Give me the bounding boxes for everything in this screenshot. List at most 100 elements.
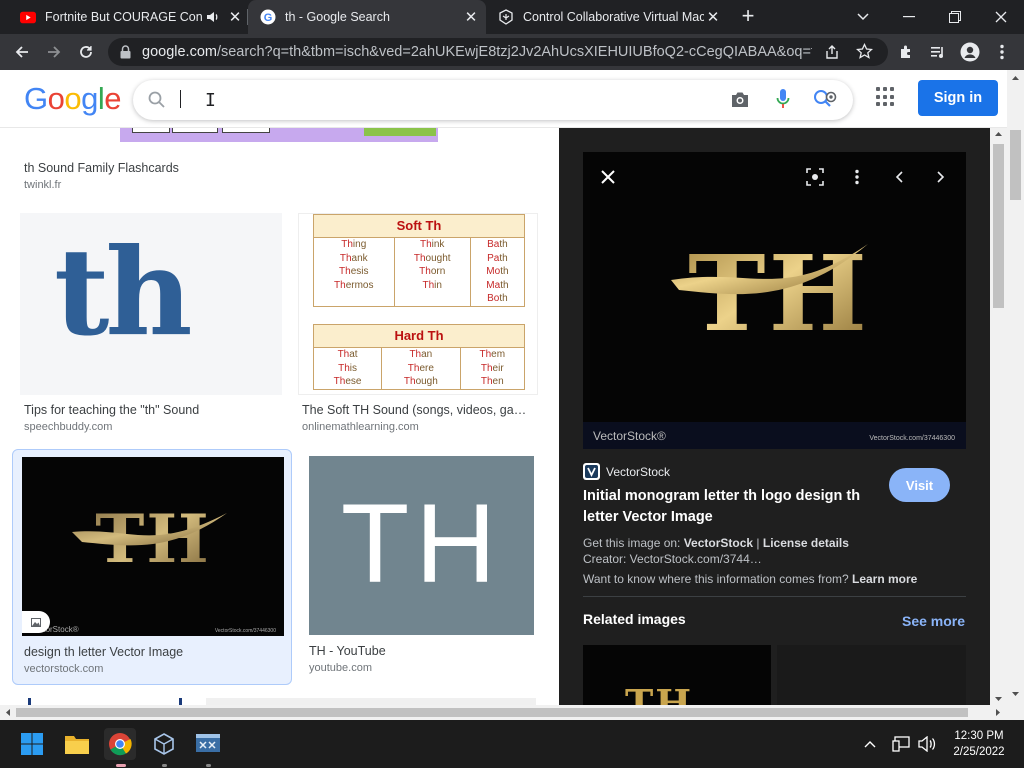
preview-image[interactable]: TH VectorStock® VectorStock.com/37446300 <box>583 152 966 449</box>
result-source[interactable]: speechbuddy.com <box>24 421 112 433</box>
scroll-down-arrow-icon[interactable] <box>1007 688 1024 700</box>
th-word: That <box>320 348 375 362</box>
next-row-thumbnail-peek[interactable] <box>28 698 182 705</box>
close-tab-icon[interactable]: ✕ <box>226 8 244 26</box>
minimize-button[interactable] <box>886 0 932 34</box>
voice-search-microphone-icon[interactable] <box>776 88 790 115</box>
share-icon[interactable] <box>824 44 840 65</box>
get-image-site-link[interactable]: VectorStock <box>684 536 753 550</box>
scroll-up-arrow-icon[interactable] <box>990 128 1007 140</box>
tab-search-chevron-icon[interactable] <box>840 0 886 34</box>
next-row-thumbnail-peek[interactable] <box>206 698 536 705</box>
back-button[interactable] <box>10 40 34 64</box>
image-result-card[interactable]: th Tips for teaching the "th" Sound spee… <box>20 213 282 435</box>
windows-start-icon[interactable] <box>16 728 48 760</box>
result-thumbnail[interactable]: TH <box>309 456 534 635</box>
camera-search-icon[interactable] <box>731 91 749 113</box>
next-image-icon[interactable] <box>929 165 953 189</box>
result-source[interactable]: youtube.com <box>309 662 372 674</box>
new-tab-button[interactable]: + <box>736 5 760 29</box>
th-letters: Mo <box>486 266 501 277</box>
close-preview-icon[interactable] <box>596 165 620 189</box>
tab-google-search[interactable]: G th - Google Search ✕ <box>248 0 486 34</box>
preview-title[interactable]: Initial monogram letter th logo design t… <box>583 486 873 527</box>
google-logo[interactable]: Google <box>24 81 122 117</box>
see-more-link[interactable]: See more <box>902 613 965 629</box>
more-options-icon[interactable] <box>845 165 869 189</box>
result-title[interactable]: Tips for teaching the "th" Sound <box>24 403 274 417</box>
vertical-scrollbar[interactable] <box>990 128 1007 705</box>
word-rest: ank <box>351 252 368 264</box>
page-scrollbar[interactable] <box>1007 70 1024 720</box>
profile-avatar-icon[interactable] <box>958 40 982 64</box>
virtualbox-taskbar-icon[interactable] <box>148 728 180 767</box>
address-bar[interactable]: google.com/search?q=th&tbm=isch&ved=2ahU… <box>108 38 888 66</box>
related-image-thumbnail[interactable] <box>777 645 966 705</box>
lens-search-icon[interactable] <box>803 165 827 189</box>
result-thumbnail[interactable]: th <box>20 213 282 395</box>
learn-more-link[interactable]: Learn more <box>852 572 917 586</box>
license-details-link[interactable]: License details <box>763 536 849 550</box>
result-thumbnail[interactable]: Soft Th Thing Thank Thesis Thermos Think Thou… <box>298 213 538 395</box>
sign-in-button[interactable]: Sign in <box>918 80 998 116</box>
th-letters: Ma <box>486 279 501 291</box>
show-hidden-icons-chevron-icon[interactable] <box>858 728 882 760</box>
extensions-icon[interactable] <box>894 40 918 64</box>
image-result-card[interactable]: TH TH - YouTube youtube.com <box>309 456 534 678</box>
clock-date: 2/25/2022 <box>953 746 1005 758</box>
media-control-icon[interactable] <box>926 40 950 64</box>
result-source[interactable]: vectorstock.com <box>24 663 103 675</box>
result-title[interactable]: The Soft TH Sound (songs, videos, game..… <box>302 403 536 417</box>
scrollbar-thumb[interactable] <box>16 708 968 717</box>
google-apps-icon[interactable] <box>876 87 896 107</box>
search-by-image-icon[interactable] <box>813 88 837 115</box>
file-explorer-icon[interactable] <box>61 728 93 760</box>
result-title[interactable]: th Sound Family Flashcards <box>24 161 524 175</box>
source-favicon-icon <box>583 463 600 480</box>
previous-image-icon[interactable] <box>887 165 911 189</box>
close-tab-icon[interactable]: ✕ <box>462 8 480 26</box>
scroll-right-arrow-icon[interactable] <box>992 705 1004 720</box>
visit-button[interactable]: Visit <box>889 468 950 502</box>
scroll-down-arrow-icon[interactable] <box>990 693 1007 705</box>
scrollbar-thumb[interactable] <box>993 144 1004 308</box>
lock-icon[interactable] <box>120 45 131 64</box>
th-word: Math <box>477 279 518 293</box>
tab-youtube[interactable]: Fortnite But COURAGE Contro ✕ <box>12 0 244 34</box>
restore-button[interactable] <box>932 0 978 34</box>
search-input[interactable] <box>179 89 699 111</box>
horizontal-scrollbar[interactable] <box>0 705 1007 720</box>
scroll-left-arrow-icon[interactable] <box>2 705 14 720</box>
tab-virtual-machine[interactable]: Control Collaborative Virtual Mach ✕ <box>490 0 722 34</box>
reload-button[interactable] <box>74 40 98 64</box>
image-result-card[interactable]: Soft Th Thing Thank Thesis Thermos Think Thou… <box>298 213 538 435</box>
result-thumbnail[interactable] <box>120 128 438 142</box>
result-title[interactable]: TH - YouTube <box>309 644 529 658</box>
th-word: There <box>388 362 453 376</box>
chrome-menu-icon[interactable] <box>990 40 1014 64</box>
search-box[interactable] <box>133 80 853 120</box>
word-rest: orn <box>430 266 446 277</box>
chrome-taskbar-icon[interactable] <box>104 728 136 767</box>
scrollbar-thumb[interactable] <box>1010 130 1021 200</box>
image-result-card[interactable]: th Sound Family Flashcards twinkl.fr <box>20 128 540 194</box>
speaker-icon[interactable] <box>206 11 220 23</box>
virtual-machine-window-icon[interactable] <box>192 728 224 767</box>
related-image-thumbnail[interactable]: TH <box>583 645 771 705</box>
result-thumbnail[interactable]: TH VectorStock® VectorStock.com/37446300 <box>22 457 284 636</box>
close-tab-icon[interactable]: ✕ <box>704 8 722 26</box>
image-result-card-selected[interactable]: TH VectorStock® VectorStock.com/37446300… <box>12 449 292 685</box>
forward-button[interactable] <box>42 40 66 64</box>
volume-icon[interactable] <box>914 728 940 760</box>
result-title[interactable]: design th letter Vector Image <box>24 645 286 659</box>
close-window-button[interactable] <box>978 0 1024 34</box>
active-app-indicator <box>116 764 126 767</box>
th-word: Their <box>467 362 518 376</box>
result-source[interactable]: onlinemathlearning.com <box>302 421 419 433</box>
system-clock[interactable]: 12:30 PM 2/25/2022 <box>944 728 1014 760</box>
bookmark-star-icon[interactable] <box>855 42 874 65</box>
source-site-name[interactable]: VectorStock <box>606 465 670 479</box>
scroll-up-arrow-icon[interactable] <box>1007 72 1024 84</box>
result-source[interactable]: twinkl.fr <box>24 179 61 191</box>
network-icon[interactable] <box>888 728 914 760</box>
